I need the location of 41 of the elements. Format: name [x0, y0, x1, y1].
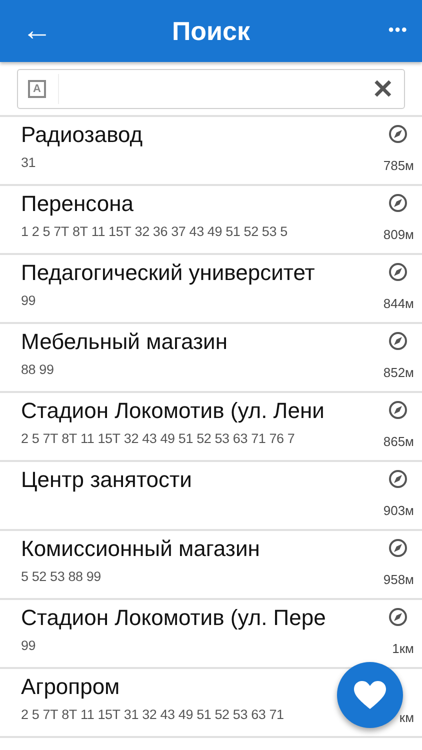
distance-label: 852м: [383, 365, 414, 380]
route-numbers: 31: [21, 155, 37, 170]
stop-name: Агропром: [21, 673, 121, 701]
route-numbers: 2 5 7Т 8Т 11 15Т 32 43 49 51 52 53 63 71 76 7: [21, 431, 296, 446]
stop-name: Радиозавод: [21, 121, 144, 149]
compass-icon[interactable]: [388, 538, 408, 558]
route-numbers: 99: [21, 293, 37, 308]
stop-name: Перенсона: [21, 190, 135, 218]
route-numbers: 5 52 53 88 99: [21, 569, 102, 584]
stop-name: Стадион Локомотив (ул. Пере: [21, 604, 327, 632]
clear-button[interactable]: ✕: [368, 76, 404, 102]
stop-name: Педагогический университет: [21, 259, 316, 287]
compass-icon[interactable]: [388, 331, 408, 351]
distance-label: 903м: [383, 503, 414, 518]
distance-label: 809м: [383, 227, 414, 242]
compass-icon[interactable]: [388, 400, 408, 420]
heart-icon: [353, 680, 387, 710]
distance-label: 865м: [383, 434, 414, 449]
distance-label: 958м: [383, 572, 414, 587]
distance-label: км: [399, 710, 414, 725]
distance-label: 785м: [383, 158, 414, 173]
stop-name: Центр занятости: [21, 466, 193, 494]
back-button[interactable]: ←: [0, 16, 72, 46]
distance-label: 1км: [392, 641, 414, 656]
route-numbers: 99: [21, 638, 37, 653]
search-field[interactable]: A ✕: [17, 69, 405, 109]
route-numbers: 88 99: [21, 362, 55, 377]
stop-name: Стадион Локомотив (ул. Лени: [21, 397, 326, 425]
compass-icon[interactable]: [388, 193, 408, 213]
compass-icon[interactable]: [388, 124, 408, 144]
stop-name: Комиссионный магазин: [21, 535, 261, 563]
keyboard-mode-badge[interactable]: A: [28, 80, 46, 98]
route-numbers: 2 5 7Т 8Т 11 15Т 31 32 43 49 51 52 53 63 71: [21, 707, 285, 722]
route-numbers: 1 2 5 7Т 8Т 11 15Т 32 36 37 43 49 51 52 53 5: [21, 224, 288, 239]
screen-title: Поиск: [170, 16, 252, 46]
compass-icon[interactable]: [388, 262, 408, 282]
stop-name: Мебельный магазин: [21, 328, 228, 356]
compass-icon[interactable]: [388, 469, 408, 489]
compass-icon[interactable]: [388, 607, 408, 627]
distance-label: 844м: [383, 296, 414, 311]
more-button[interactable]: •••: [350, 22, 422, 40]
